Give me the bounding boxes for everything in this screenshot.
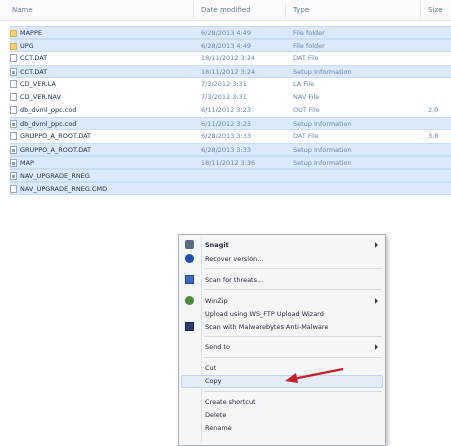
arrow-head xyxy=(285,373,298,383)
arrow-shaft xyxy=(292,367,344,381)
red-arrow-annotation xyxy=(285,367,344,383)
